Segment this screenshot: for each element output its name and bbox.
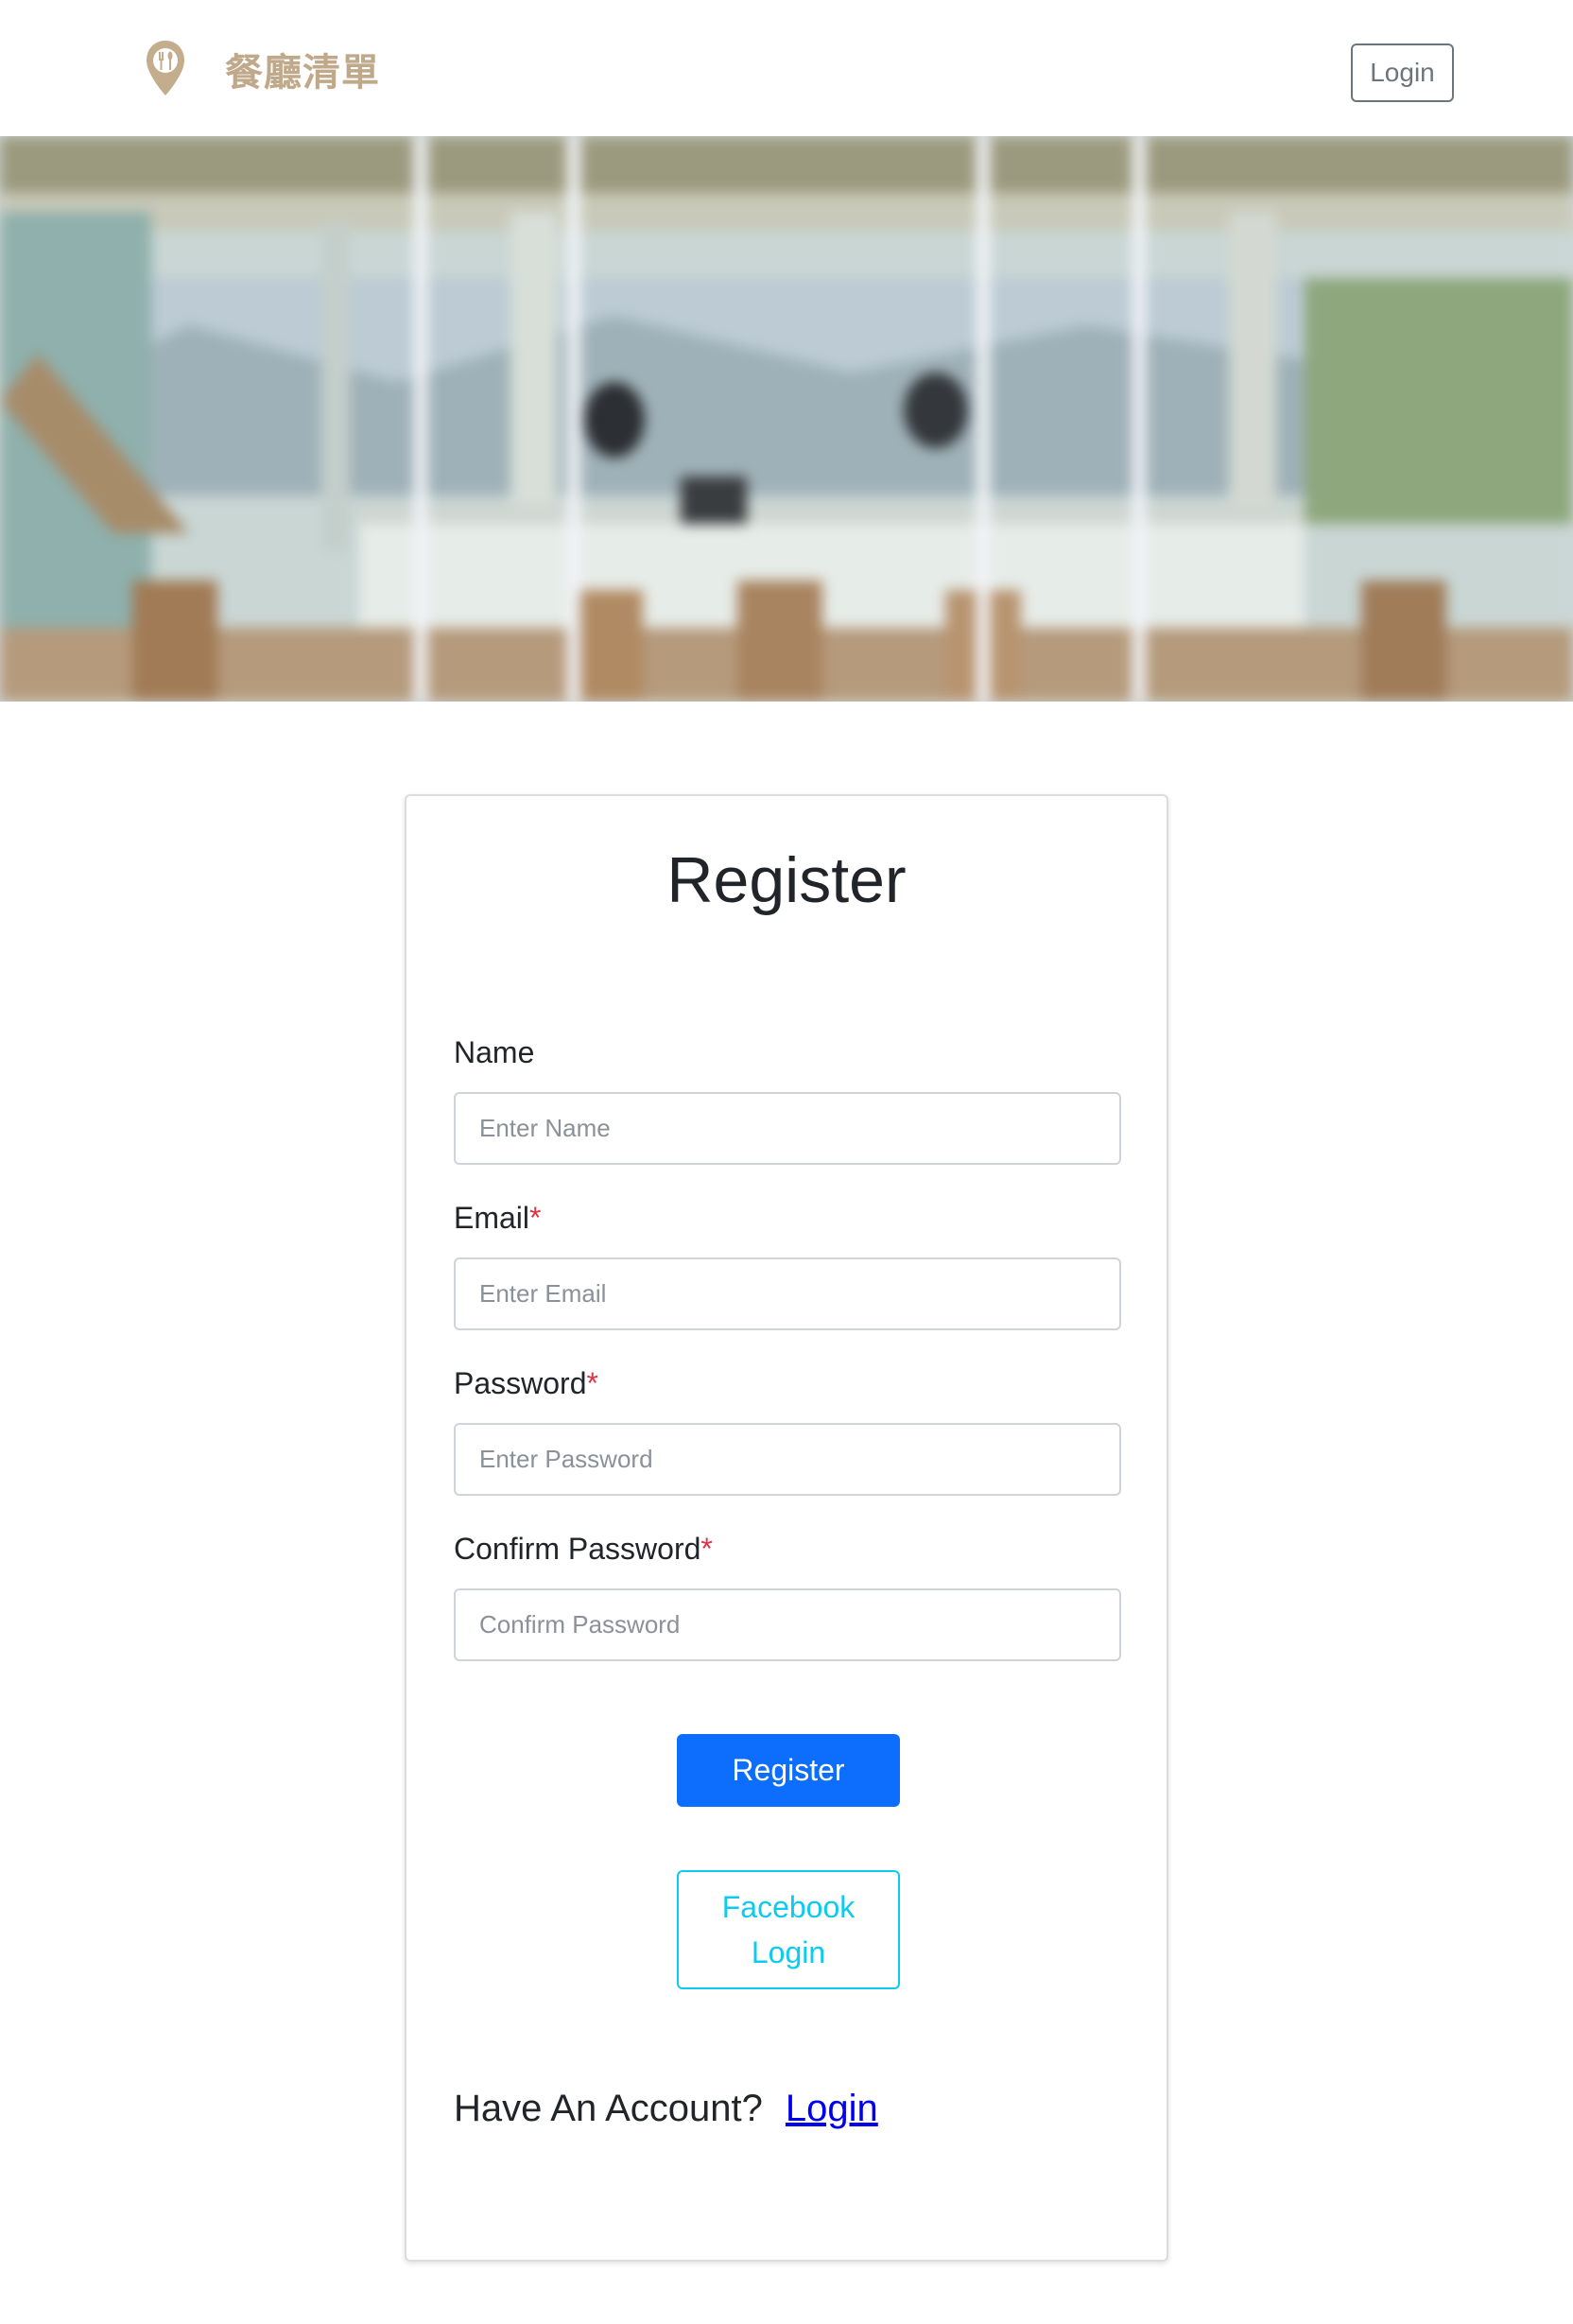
email-label-text: Email <box>454 1201 530 1235</box>
register-title: Register <box>666 844 907 916</box>
navbar-login-button[interactable]: Login <box>1351 43 1454 102</box>
email-label: Email* <box>454 1201 541 1236</box>
email-input[interactable] <box>454 1257 1121 1330</box>
password-label: Password* <box>454 1366 598 1401</box>
required-mark: * <box>700 1532 713 1566</box>
register-card: Register Name Email* Password* Confirm P… <box>405 794 1168 2262</box>
confirm-password-input[interactable] <box>454 1588 1121 1661</box>
name-input[interactable] <box>454 1092 1121 1165</box>
login-link[interactable]: Login <box>786 2088 878 2130</box>
required-mark: * <box>586 1366 598 1400</box>
password-label-text: Password <box>454 1366 587 1400</box>
register-button[interactable]: Register <box>677 1734 900 1807</box>
name-label-text: Name <box>454 1035 535 1069</box>
brand[interactable]: 餐廳清單 <box>142 36 380 102</box>
navbar: 餐廳清單 Login <box>0 0 1573 136</box>
map-pin-utensils-icon <box>142 36 189 102</box>
confirm-password-label: Confirm Password* <box>454 1532 713 1567</box>
required-mark: * <box>529 1201 542 1235</box>
brand-name: 餐廳清單 <box>225 51 380 95</box>
password-input[interactable] <box>454 1423 1121 1496</box>
confirm-password-label-text: Confirm Password <box>454 1532 701 1566</box>
hero-banner-image <box>0 136 1573 702</box>
name-label: Name <box>454 1035 534 1070</box>
have-account-row: Have An Account? Login <box>454 2088 878 2130</box>
have-account-text: Have An Account? <box>454 2088 763 2129</box>
facebook-login-button[interactable]: Facebook Login <box>677 1870 900 1989</box>
